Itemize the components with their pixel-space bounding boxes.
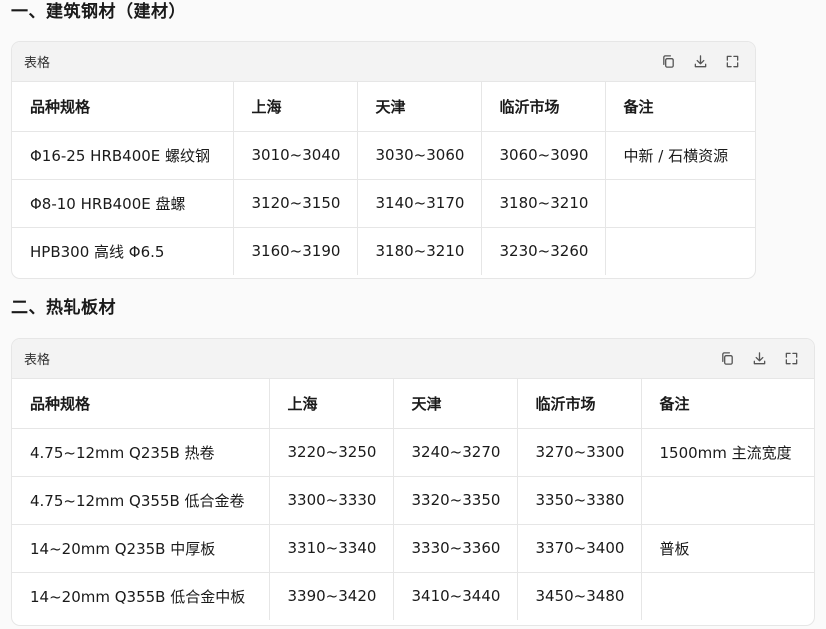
column-header-linyi: 临沂市场 <box>517 379 642 429</box>
table-toolbar <box>716 348 802 370</box>
cell-spec: 14~20mm Q235B 中厚板 <box>12 524 270 573</box>
section-title-construction-steel: 一、建筑钢材（建材） <box>11 2 186 22</box>
column-header-remark: 备注 <box>605 82 755 132</box>
cell-spec: 4.75~12mm Q235B 热卷 <box>12 428 270 477</box>
cell-remark: 1500mm 主流宽度 <box>641 428 814 477</box>
column-header-shanghai: 上海 <box>233 82 358 132</box>
cell-shanghai: 3220~3250 <box>269 428 394 477</box>
table-card-hot-rolled-plate: 表格 品种规格 上海 天津 临沂市场 备注 4.75~12mm Q235B 热卷… <box>11 338 815 626</box>
copy-icon[interactable] <box>716 348 738 370</box>
column-header-spec: 品种规格 <box>12 82 234 132</box>
table-card-header: 表格 <box>12 339 814 379</box>
cell-linyi: 3060~3090 <box>481 131 606 180</box>
table-toolbar <box>657 51 743 73</box>
table-row: Φ16-25 HRB400E 螺纹钢 3010~3040 3030~3060 3… <box>12 131 755 180</box>
column-header-linyi: 临沂市场 <box>481 82 606 132</box>
column-header-remark: 备注 <box>641 379 814 429</box>
cell-linyi: 3180~3210 <box>481 179 606 228</box>
cell-shanghai: 3010~3040 <box>233 131 358 180</box>
cell-spec: Φ8-10 HRB400E 盘螺 <box>12 179 234 228</box>
table-row: HPB300 高线 Φ6.5 3160~3190 3180~3210 3230~… <box>12 227 755 275</box>
cell-remark: 普板 <box>641 524 814 573</box>
table-row: 14~20mm Q355B 低合金中板 3390~3420 3410~3440 … <box>12 572 814 620</box>
table-label: 表格 <box>24 353 51 368</box>
cell-remark: 中新 / 石横资源 <box>605 131 755 180</box>
cell-tianjin: 3030~3060 <box>357 131 482 180</box>
construction-steel-table: 品种规格 上海 天津 临沂市场 备注 Φ16-25 HRB400E 螺纹钢 30… <box>12 82 755 275</box>
expand-icon[interactable] <box>780 348 802 370</box>
download-icon[interactable] <box>689 51 711 73</box>
cell-spec: 4.75~12mm Q355B 低合金卷 <box>12 476 270 525</box>
copy-icon[interactable] <box>657 51 679 73</box>
table-label: 表格 <box>24 56 51 71</box>
cell-shanghai: 3310~3340 <box>269 524 394 573</box>
table-row: 4.75~12mm Q355B 低合金卷 3300~3330 3320~3350… <box>12 476 814 525</box>
cell-remark <box>605 179 755 228</box>
table-row: Φ8-10 HRB400E 盘螺 3120~3150 3140~3170 318… <box>12 179 755 228</box>
cell-linyi: 3450~3480 <box>517 572 642 620</box>
table-card-construction-steel: 表格 品种规格 上海 天津 临沂市场 备注 Φ16-25 HRB400E 螺纹钢… <box>11 41 756 279</box>
cell-tianjin: 3180~3210 <box>357 227 482 275</box>
cell-tianjin: 3330~3360 <box>393 524 518 573</box>
cell-linyi: 3270~3300 <box>517 428 642 477</box>
hot-rolled-plate-table: 品种规格 上海 天津 临沂市场 备注 4.75~12mm Q235B 热卷 32… <box>12 379 814 620</box>
cell-spec: HPB300 高线 Φ6.5 <box>12 227 234 275</box>
cell-spec: Φ16-25 HRB400E 螺纹钢 <box>12 131 234 180</box>
column-header-tianjin: 天津 <box>393 379 518 429</box>
cell-tianjin: 3140~3170 <box>357 179 482 228</box>
column-header-tianjin: 天津 <box>357 82 482 132</box>
cell-tianjin: 3320~3350 <box>393 476 518 525</box>
cell-shanghai: 3390~3420 <box>269 572 394 620</box>
cell-remark <box>641 476 814 525</box>
table-row: 4.75~12mm Q235B 热卷 3220~3250 3240~3270 3… <box>12 428 814 477</box>
column-header-shanghai: 上海 <box>269 379 394 429</box>
cell-tianjin: 3410~3440 <box>393 572 518 620</box>
cell-tianjin: 3240~3270 <box>393 428 518 477</box>
cell-shanghai: 3120~3150 <box>233 179 358 228</box>
column-header-spec: 品种规格 <box>12 379 270 429</box>
cell-spec: 14~20mm Q355B 低合金中板 <box>12 572 270 620</box>
table-row: 14~20mm Q235B 中厚板 3310~3340 3330~3360 33… <box>12 524 814 573</box>
cell-linyi: 3370~3400 <box>517 524 642 573</box>
cell-remark <box>605 227 755 275</box>
cell-shanghai: 3160~3190 <box>233 227 358 275</box>
table-header-row: 品种规格 上海 天津 临沂市场 备注 <box>12 82 755 132</box>
expand-icon[interactable] <box>721 51 743 73</box>
cell-linyi: 3350~3380 <box>517 476 642 525</box>
cell-remark <box>641 572 814 620</box>
section-title-hot-rolled-plate: 二、热轧板材 <box>11 298 116 318</box>
table-header-row: 品种规格 上海 天津 临沂市场 备注 <box>12 379 814 429</box>
download-icon[interactable] <box>748 348 770 370</box>
table-card-header: 表格 <box>12 42 755 82</box>
cell-linyi: 3230~3260 <box>481 227 606 275</box>
cell-shanghai: 3300~3330 <box>269 476 394 525</box>
